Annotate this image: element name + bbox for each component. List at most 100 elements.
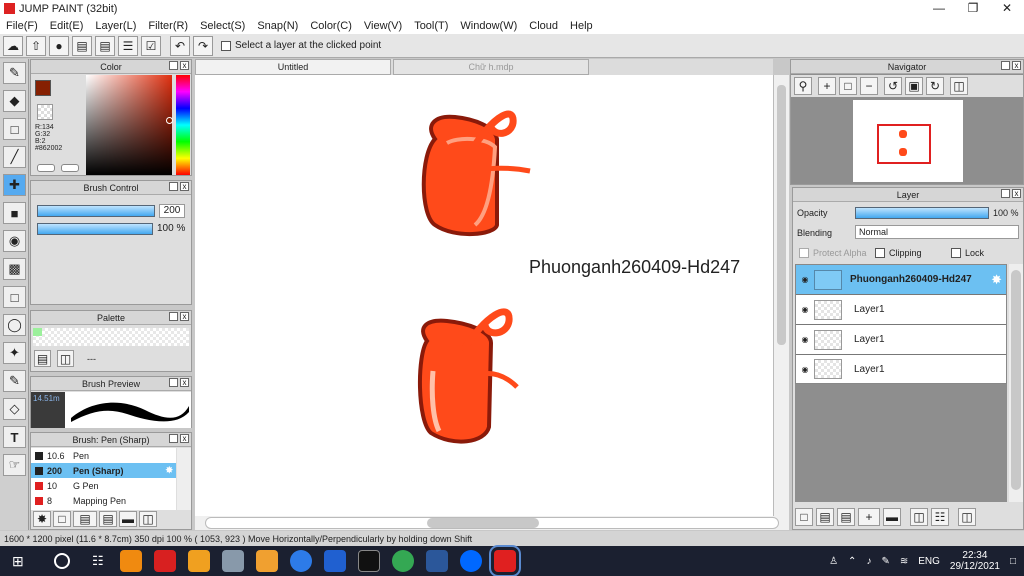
menu-help[interactable]: Help — [564, 20, 599, 32]
hue-slider[interactable] — [176, 75, 190, 175]
brush-size-slider[interactable] — [37, 205, 155, 217]
menu-cloud[interactable]: Cloud — [523, 20, 564, 32]
zoom-out-icon[interactable]: − — [860, 77, 878, 95]
protect-alpha-checkbox[interactable] — [799, 248, 809, 258]
flip-icon[interactable]: ◫ — [950, 77, 968, 95]
brush-menu-icon[interactable]: ▤ — [73, 511, 97, 527]
brush-opacity-slider[interactable] — [37, 223, 153, 235]
float-icon[interactable] — [1001, 189, 1010, 198]
visibility-icon[interactable]: ◉ — [796, 365, 814, 374]
list-icon[interactable]: ☰ — [118, 35, 138, 56]
zoom-app-icon[interactable] — [290, 550, 312, 572]
visibility-icon[interactable]: ◉ — [796, 305, 814, 314]
vertical-scrollbar[interactable] — [773, 75, 789, 516]
layer-row-selected[interactable]: ◉ Phuonganh260409-Hd247 ✸ — [796, 265, 1006, 295]
clipping-checkbox[interactable] — [875, 248, 885, 258]
minimize-button[interactable]: — — [922, 0, 956, 17]
select-layer-checkbox[interactable] — [221, 40, 231, 51]
float-icon[interactable] — [169, 182, 178, 191]
close-icon[interactable]: x — [180, 182, 189, 191]
horizontal-scroll-thumb[interactable] — [427, 518, 539, 528]
zoom-window-icon[interactable]: □ — [839, 77, 857, 95]
menu-snap[interactable]: Snap(N) — [251, 20, 304, 32]
checklist-icon[interactable]: ☑ — [141, 35, 161, 56]
message-icon[interactable]: ▤ — [72, 35, 92, 56]
duplicate-icon[interactable]: ◫ — [139, 511, 157, 527]
layer-row[interactable]: ◉ Layer1 — [796, 325, 1006, 355]
close-icon[interactable]: x — [1012, 189, 1021, 198]
close-icon[interactable]: x — [180, 61, 189, 70]
brush-settings-icon[interactable]: ✸ — [33, 511, 51, 527]
layer-scrollbar[interactable] — [1009, 264, 1023, 502]
close-icon[interactable]: x — [180, 434, 189, 443]
palette-swatch-green[interactable] — [33, 328, 42, 336]
task-view-icon[interactable]: ☷ — [92, 553, 108, 569]
transparent-swatch[interactable] — [37, 104, 53, 120]
close-button[interactable]: ✕ — [990, 0, 1024, 17]
windows-start-icon[interactable]: ⊞ — [12, 553, 28, 569]
merge-layer-icon[interactable]: ☷ — [931, 508, 949, 526]
float-icon[interactable] — [1001, 61, 1010, 70]
eraser-icon[interactable]: ◆ — [3, 90, 26, 112]
lasso-icon[interactable]: ◯ — [3, 314, 26, 336]
person-icon[interactable]: ♙ — [829, 556, 838, 567]
chevron-up-icon[interactable]: ⌃ — [848, 556, 856, 567]
folder-icon[interactable]: ▬ — [119, 511, 137, 527]
brush-list-scrollbar[interactable] — [177, 448, 191, 510]
menu-file[interactable]: File(F) — [0, 20, 44, 32]
app-icon-red[interactable] — [154, 550, 176, 572]
add-layer-menu-icon[interactable]: + — [858, 508, 880, 526]
palette-swatches[interactable] — [33, 328, 189, 346]
layer-opacity-slider[interactable] — [855, 207, 989, 219]
zoom-fit-icon[interactable]: ⚲ — [794, 77, 812, 95]
navigator-thumbnail[interactable] — [853, 100, 963, 182]
menu-color[interactable]: Color(C) — [304, 20, 358, 32]
export-icon[interactable]: ⇧ — [26, 35, 46, 56]
gear-icon[interactable]: ✸ — [991, 272, 1002, 288]
undo-icon[interactable]: ↶ — [170, 35, 190, 56]
duplicate-layer-icon[interactable]: ◫ — [910, 508, 928, 526]
menu-tool[interactable]: Tool(T) — [408, 20, 454, 32]
app-icon-gray[interactable] — [222, 550, 244, 572]
brush-icon[interactable]: ✎ — [3, 62, 26, 84]
brush-item[interactable]: 10 G Pen — [31, 478, 176, 493]
shape-icon[interactable]: □ — [3, 118, 26, 140]
folder-icon[interactable]: ▬ — [883, 508, 901, 526]
pen-icon[interactable]: ✎ — [881, 556, 889, 567]
fill-rect-icon[interactable]: ■ — [3, 202, 26, 224]
notification-icon[interactable]: □ — [1010, 556, 1016, 567]
layer-scroll-thumb[interactable] — [1011, 270, 1021, 490]
redo-icon[interactable]: ↷ — [193, 35, 213, 56]
copy-brush-icon[interactable]: ▤ — [99, 511, 117, 527]
speaker-icon[interactable]: ♪ — [866, 556, 871, 567]
bucket-icon[interactable]: ◉ — [3, 230, 26, 252]
select-rect-icon[interactable]: □ — [3, 286, 26, 308]
canvas[interactable]: Phuonganh260409-Hd247 — [195, 75, 773, 516]
menu-view[interactable]: View(V) — [358, 20, 408, 32]
brush-size-value[interactable]: 200 — [159, 204, 185, 218]
app-icon-blue[interactable] — [324, 550, 346, 572]
lock-checkbox[interactable] — [951, 248, 961, 258]
new-palette-icon[interactable]: ▤ — [34, 350, 51, 367]
app-icon-yellow[interactable] — [256, 550, 278, 572]
hand-icon[interactable]: ☞ — [3, 454, 26, 476]
brush-item[interactable]: 8 Mapping Pen — [31, 493, 176, 508]
blending-select[interactable]: Normal — [855, 225, 1019, 239]
delete-palette-icon[interactable]: ◫ — [57, 350, 74, 367]
layer-row[interactable]: ◉ Layer1 — [796, 355, 1006, 383]
rotate-left-icon[interactable]: ↺ — [884, 77, 902, 95]
tab-untitled[interactable]: Untitled — [195, 59, 391, 75]
delete-layer-icon[interactable]: ◫ — [958, 508, 976, 526]
color-picker-square[interactable] — [86, 75, 172, 175]
color-picker-cursor[interactable] — [166, 117, 173, 124]
select-pen-icon[interactable]: ✎ — [3, 370, 26, 392]
float-icon[interactable] — [169, 312, 178, 321]
search-icon[interactable] — [54, 553, 70, 569]
rotate-right-icon[interactable]: ↻ — [926, 77, 944, 95]
vertical-scroll-thumb[interactable] — [777, 85, 786, 345]
wifi-icon[interactable]: ≋ — [900, 556, 908, 567]
menu-edit[interactable]: Edit(E) — [44, 20, 90, 32]
float-icon[interactable] — [169, 434, 178, 443]
layer-row[interactable]: ◉ Layer1 — [796, 295, 1006, 325]
magic-wand-icon[interactable]: ✦ — [3, 342, 26, 364]
